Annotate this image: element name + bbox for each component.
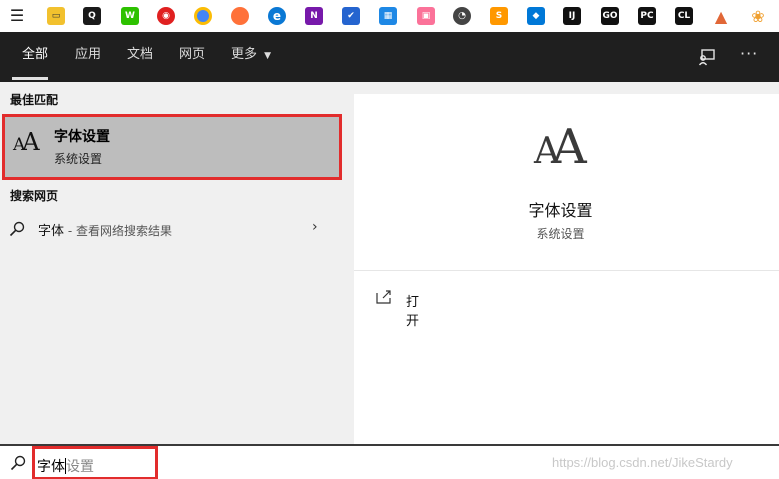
search-input[interactable]: 字体设置: [37, 456, 94, 476]
more-options-icon[interactable]: ···: [740, 44, 758, 63]
open-label: 打开: [406, 295, 420, 329]
bilibili-icon[interactable]: ▣: [417, 7, 435, 25]
search-bar: 字体设置 https://blog.csdn.net/JikeStardy: [0, 444, 779, 479]
sublime-icon[interactable]: S: [490, 7, 508, 25]
watermark: https://blog.csdn.net/JikeStardy: [552, 455, 733, 470]
web-search-text: 字体 - 查看网络搜索结果: [38, 220, 172, 239]
netease-music-icon[interactable]: ◉: [157, 7, 175, 25]
taskbar: ☰ ▭ Q W ◉ e N ✔ ▦ ▣ ◔ S ◆ IJ GO PC CL ▲ …: [0, 0, 779, 32]
open-icon: [376, 290, 391, 304]
best-match-subtitle: 系统设置: [54, 152, 103, 166]
font-aa-icon: AA: [13, 128, 40, 156]
detail-title: 字体设置: [528, 201, 593, 220]
font-aa-large-icon: AA: [534, 119, 587, 175]
tab-more-label: 更多: [231, 47, 258, 62]
search-icon: [10, 455, 26, 471]
matlab-icon[interactable]: ▲: [712, 7, 730, 26]
results-panel: 最佳匹配 AA 字体设置 系统设置 搜索网页 字体 - 查看网络搜索结果 ›: [0, 82, 343, 444]
search-input-value: 字体: [37, 459, 65, 475]
calendar-icon[interactable]: ▦: [379, 7, 397, 25]
wechat-icon[interactable]: W: [121, 7, 139, 25]
task-view-icon[interactable]: ☰: [8, 6, 26, 25]
clion-icon[interactable]: CL: [675, 7, 693, 25]
clock-icon[interactable]: ◔: [453, 7, 471, 25]
qq-icon[interactable]: Q: [83, 7, 101, 25]
edge-icon[interactable]: e: [268, 7, 286, 25]
vscode-icon[interactable]: ◆: [527, 7, 545, 25]
web-search-query: 字体: [38, 224, 65, 239]
todo-icon[interactable]: ✔: [342, 7, 360, 25]
web-search-suffix: - 查看网络搜索结果: [64, 224, 172, 238]
detail-subtitle: 系统设置: [536, 227, 585, 241]
chevron-right-icon[interactable]: ›: [312, 219, 318, 235]
photos-icon[interactable]: ❀: [749, 7, 767, 26]
tab-more[interactable]: 更多 ▼: [231, 32, 271, 82]
web-search-heading: 搜索网页: [10, 189, 59, 203]
feedback-icon[interactable]: [698, 48, 716, 66]
chrome-icon[interactable]: [194, 7, 212, 25]
search-icon: [9, 221, 25, 237]
tab-documents[interactable]: 文档: [127, 32, 153, 82]
pycharm-icon[interactable]: PC: [638, 7, 656, 25]
goland-icon[interactable]: GO: [601, 7, 619, 25]
best-match-result[interactable]: AA 字体设置 系统设置: [2, 114, 342, 180]
search-header: 全部 应用 文档 网页 更多 ▼ ···: [0, 32, 779, 82]
intellij-icon[interactable]: IJ: [563, 7, 581, 25]
tab-all[interactable]: 全部: [22, 32, 48, 82]
best-match-heading: 最佳匹配: [10, 93, 59, 107]
search-suggestion: 设置: [66, 459, 94, 475]
web-search-result[interactable]: 字体 - 查看网络搜索结果 ›: [0, 216, 343, 242]
tab-apps[interactable]: 应用: [75, 32, 101, 82]
firefox-icon[interactable]: [231, 7, 249, 25]
tab-web[interactable]: 网页: [179, 32, 205, 82]
active-tab-indicator: [12, 77, 48, 80]
best-match-title: 字体设置: [54, 129, 110, 145]
detail-divider: [354, 270, 779, 271]
file-explorer-icon[interactable]: ▭: [47, 7, 65, 25]
detail-panel: AA 字体设置 系统设置 打开: [354, 94, 779, 444]
chevron-down-icon: ▼: [264, 51, 272, 61]
onenote-icon[interactable]: N: [305, 7, 323, 25]
